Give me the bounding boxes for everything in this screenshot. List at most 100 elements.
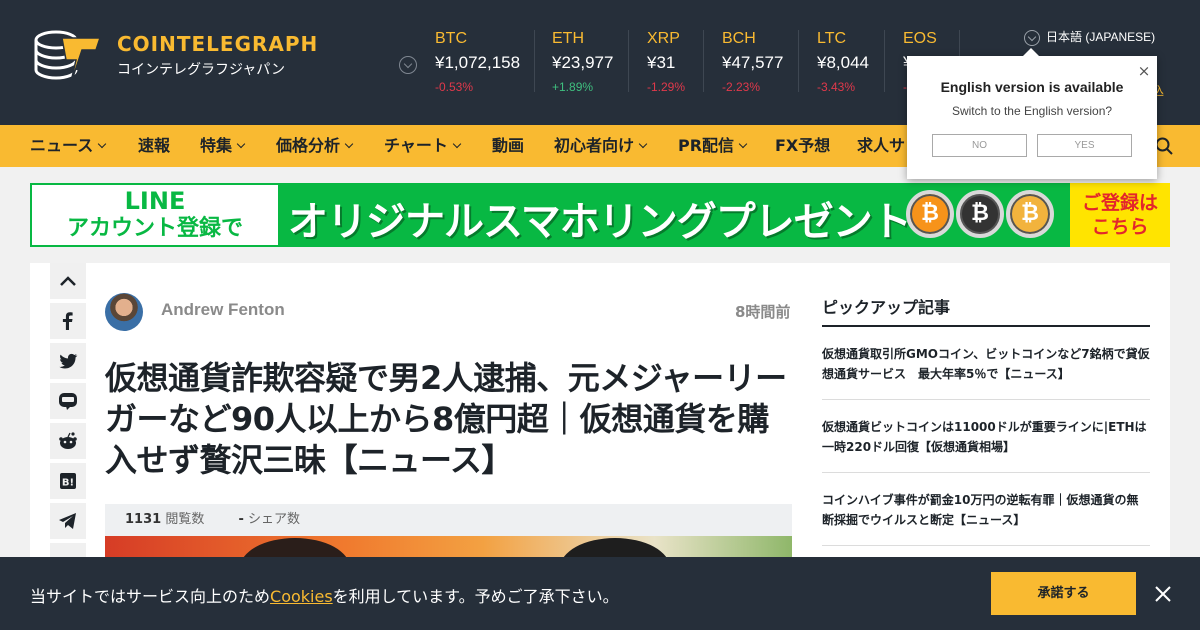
cookie-bar: 当サイトではサービス向上のためCookiesを利用しています。予めご了承下さい。… (0, 557, 1200, 630)
ticker-symbol: LTC (817, 30, 847, 47)
close-icon[interactable] (1153, 584, 1173, 604)
share-reddit-button[interactable] (50, 423, 86, 459)
language-selector[interactable]: 日本語 (JAPANESE) (1024, 28, 1155, 46)
chevron-down-icon (344, 139, 354, 149)
line-promo-banner[interactable]: LINE アカウント登録で オリジナルスマホリングプレゼント ₿ ₿ ₿ ご登録… (30, 183, 1170, 247)
banner-headline: オリジナルスマホリングプレゼント (288, 199, 912, 245)
share-telegram-button[interactable] (50, 503, 86, 539)
banner-cta-line2: こちら (1091, 216, 1149, 238)
cookie-text-before: 当サイトではサービス向上のため (30, 587, 271, 606)
ticker-change: -2.23% (722, 80, 761, 94)
ticker-symbol: EOS (903, 30, 937, 47)
ticker-bch[interactable]: BCH ¥47,577 -2.23% (722, 30, 783, 100)
chevron-down-icon (452, 139, 462, 149)
ticker-symbol: BCH (722, 30, 756, 47)
ticker-divider (703, 30, 704, 92)
ticker-eth[interactable]: ETH ¥23,977 +1.89% (552, 30, 613, 100)
cookie-policy-link[interactable]: Cookies (270, 587, 333, 606)
share-facebook-button[interactable] (50, 303, 86, 339)
banner-cta[interactable]: ご登録は こちら (1070, 183, 1170, 247)
nav-item-2[interactable]: 特集 (200, 125, 246, 167)
ticker-divider (534, 30, 535, 92)
nav-item-4[interactable]: チャート (384, 125, 462, 167)
ticker-toggle-chevron-icon[interactable] (399, 56, 417, 74)
chevron-down-icon (638, 139, 648, 149)
nav-item-label: 価格分析 (276, 136, 341, 155)
facebook-icon (62, 312, 73, 330)
nav-item-8[interactable]: FX予想 (775, 125, 830, 167)
search-icon[interactable] (1155, 137, 1173, 155)
svg-text:B!: B! (62, 478, 74, 489)
ticker-symbol: BTC (435, 30, 467, 47)
article-time: 8時間前 (735, 303, 791, 321)
banner-line-label: LINE (124, 187, 186, 215)
author-avatar[interactable] (105, 293, 143, 331)
ticker-change: -1.29% (647, 80, 686, 94)
nav-item-0[interactable]: ニュース (30, 125, 107, 167)
popup-yes-button[interactable]: YES (1037, 134, 1132, 157)
nav-item-label: 特集 (200, 136, 233, 155)
nav-item-6[interactable]: 初心者向け (554, 125, 648, 167)
ticker-change: -0.53% (435, 80, 474, 94)
scroll-up-button[interactable] (50, 263, 86, 299)
chevron-up-icon (60, 276, 76, 286)
cookie-accept-button[interactable]: 承諾する (991, 572, 1136, 615)
ticker-price: ¥31 (647, 53, 676, 72)
logo-subtitle: コインテレグラフジャパン (117, 62, 285, 78)
nav-item-5[interactable]: 動画 (492, 125, 524, 167)
pickup-divider (822, 545, 1150, 546)
popup-subtitle: Switch to the English version? (951, 104, 1113, 118)
ticker-xrp[interactable]: XRP ¥31 -1.29% (647, 30, 685, 100)
english-version-popup: × English version is available Switch to… (907, 48, 1157, 179)
share-twitter-button[interactable] (50, 343, 86, 379)
ticker-divider (798, 30, 799, 92)
chevron-down-icon (97, 139, 107, 149)
popup-close-icon[interactable]: × (1136, 63, 1152, 79)
pickup-article-link[interactable]: コインハイブ事件が罰金10万円の逆転有罪｜仮想通貨の無断採掘でウイルスと断定【ニ… (822, 490, 1150, 530)
hatena-bookmark-icon: B! (60, 473, 76, 489)
ticker-symbol: ETH (552, 30, 584, 47)
nav-item-1[interactable]: 速報 (138, 125, 170, 167)
nav-item-label: PR配信 (678, 136, 735, 155)
pickup-title: ピックアップ記事 (822, 298, 951, 317)
cookie-message: 当サイトではサービス向上のためCookiesを利用しています。予めご了承下さい。 (30, 583, 619, 607)
shares-count: - (238, 512, 244, 527)
pickup-article-link[interactable]: 仮想通貨ビットコインは11000ドルが重要ラインに|ETHは一時220ドル回復【… (822, 417, 1150, 457)
ticker-change: -3.43% (817, 80, 856, 94)
ticker-ltc[interactable]: LTC ¥8,044 -3.43% (817, 30, 869, 100)
share-hatena-button[interactable]: B! (50, 463, 86, 499)
nav-item-label: 速報 (138, 136, 171, 155)
popup-no-button[interactable]: NO (932, 134, 1027, 157)
author-name[interactable]: Andrew Fenton (161, 300, 285, 320)
bitcoin-coin-icon: ₿ (1006, 190, 1054, 238)
reddit-icon (59, 432, 77, 449)
popup-title: English version is available (940, 79, 1124, 95)
views-count: 1131 (125, 512, 162, 527)
nav-item-label: 求人サ (857, 136, 906, 155)
pickup-divider (822, 325, 1150, 327)
line-icon (59, 393, 77, 410)
chevron-down-icon (738, 139, 748, 149)
nav-item-label: ニュース (30, 136, 94, 155)
ticker-divider (628, 30, 629, 92)
chevron-down-icon (1024, 29, 1040, 46)
ticker-price: ¥47,577 (722, 53, 784, 72)
share-line-button[interactable] (50, 383, 86, 419)
bitcoin-coin-icon: ₿ (906, 190, 954, 238)
article-title: 仮想通貨詐欺容疑で男2人逮捕、元メジャーリーガーなど90人以上から8億円超｜仮想… (105, 359, 787, 479)
nav-item-7[interactable]: PR配信 (678, 125, 748, 167)
twitter-icon (59, 353, 78, 369)
nav-item-label: FX予想 (775, 136, 831, 155)
ticker-price: ¥8,044 (817, 53, 869, 72)
banner-left-panel: LINE アカウント登録で (32, 185, 278, 245)
nav-item-3[interactable]: 価格分析 (276, 125, 354, 167)
nav-item-label: 動画 (492, 136, 525, 155)
pickup-article-link[interactable]: 仮想通貨取引所GMOコイン、ビットコインなど7銘柄で貸仮想通貨サービス 最大年率… (822, 344, 1150, 384)
nav-item-9[interactable]: 求人サ (857, 125, 905, 167)
ticker-btc[interactable]: BTC ¥1,072,158 -0.53% (435, 30, 520, 100)
ticker-price: ¥1,072,158 (435, 53, 521, 72)
pickup-divider (822, 472, 1150, 473)
cointelegraph-logo-icon (34, 30, 102, 87)
site-logo[interactable]: COINTELEGRAPH コインテレグラフジャパン (34, 28, 317, 92)
cookie-text-after: を利用しています。予めご了承下さい。 (332, 587, 619, 606)
